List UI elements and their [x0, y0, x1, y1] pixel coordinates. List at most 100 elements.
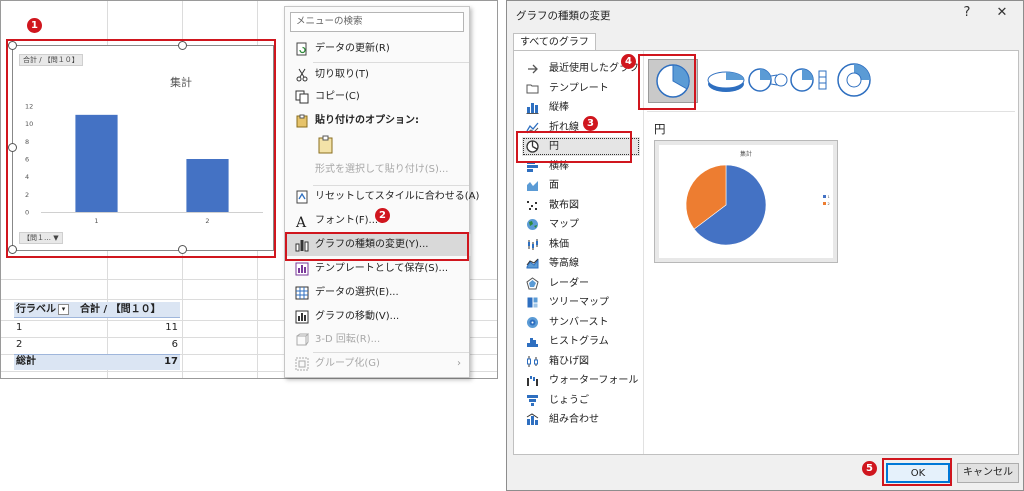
- chart-category-item[interactable]: 等高線: [522, 254, 640, 273]
- chart-category-item[interactable]: ヒストグラム: [522, 332, 640, 351]
- chart-category-label: テンプレート: [549, 82, 609, 94]
- histogram-chart-icon: [527, 338, 538, 347]
- pie-of-pie-subtype-icon: [748, 68, 788, 92]
- pivot-total-value[interactable]: 17: [130, 354, 178, 370]
- filter-dropdown-icon[interactable]: ▾: [58, 303, 69, 315]
- copy-icon: [295, 90, 309, 104]
- menu-item-select-data[interactable]: データの選択(E)...: [285, 282, 471, 304]
- step-badge-2: 2: [375, 208, 390, 223]
- combo-chart-icon: [526, 413, 539, 425]
- chart-category-label: ヒストグラム: [549, 336, 609, 347]
- svg-text:A: A: [295, 215, 307, 228]
- chart-category-item[interactable]: 株価: [522, 235, 640, 254]
- preview-pie-plot: 12: [685, 164, 830, 246]
- chart-category-label: 株価: [549, 238, 569, 250]
- waterfall-chart-icon: [527, 376, 538, 386]
- chart-category-item[interactable]: ウォーターフォール: [522, 371, 640, 390]
- menu-item-cut[interactable]: 切り取り(T): [285, 64, 471, 86]
- menu-item-reset-style[interactable]: リセットしてスタイルに合わせる(A): [285, 186, 479, 208]
- doughnut-subtype-icon: [837, 63, 871, 97]
- menu-separator: [313, 62, 469, 63]
- chart-category-item[interactable]: 面: [522, 176, 640, 195]
- chart-category-label: マップ: [549, 219, 579, 230]
- reset-style-icon: [296, 190, 308, 204]
- bar-of-pie-subtype-icon: [790, 68, 827, 92]
- chart-preview-canvas: 集計 12: [659, 145, 833, 258]
- chart-category-item[interactable]: 縦棒: [522, 98, 640, 117]
- treemap-chart-icon: [526, 296, 539, 309]
- cancel-button[interactable]: キャンセル: [957, 463, 1019, 483]
- context-menu: メニューの検索 データの更新(R) 切り取り(T) コピー(C) 貼り付けのオプ…: [284, 6, 479, 378]
- rotate-3d-icon: [296, 333, 309, 346]
- funnel-chart-icon: [527, 394, 538, 406]
- chart-category-item[interactable]: じょうご: [522, 391, 640, 410]
- legend-swatch: [823, 202, 826, 205]
- highlight-box-chart: [6, 39, 276, 258]
- legend-label: 1: [828, 195, 830, 199]
- chart-category-label: じょうご: [549, 394, 589, 406]
- select-data-icon: [295, 286, 309, 300]
- chart-category-label: 面: [549, 180, 559, 191]
- submenu-arrow-icon: ›: [457, 358, 461, 369]
- menu-item-save-template[interactable]: テンプレートとして保存(S)...: [285, 258, 471, 280]
- chart-category-item[interactable]: サンバースト: [522, 313, 640, 332]
- step-badge-3: 3: [583, 116, 598, 131]
- step-badge-4: 4: [621, 54, 636, 69]
- menu-item-refresh-data[interactable]: データの更新(R): [285, 38, 471, 60]
- subtype-doughnut[interactable]: [830, 59, 880, 103]
- change-chart-type-dialog: グラフの種類の変更 ? ✕ すべてのグラフ 最近使用したグラフ テンプレート 縦棒折…: [506, 0, 1024, 491]
- chart-category-item[interactable]: ツリーマップ: [522, 293, 640, 312]
- menu-item-move-chart[interactable]: グラフの移動(V)...: [285, 306, 471, 328]
- chart-category-label: ウォーターフォール: [549, 375, 639, 386]
- chart-category-item[interactable]: レーダー: [522, 274, 640, 293]
- menu-item-paste-special[interactable]: 形式を選択して貼り付け(S)...: [285, 159, 471, 181]
- close-button[interactable]: ✕: [992, 5, 1012, 20]
- dialog-title: グラフの種類の変更: [516, 10, 611, 22]
- area-chart-icon: [527, 181, 538, 191]
- box-whisker-chart-icon: [527, 355, 538, 367]
- step-badge-1: 1: [27, 18, 42, 33]
- save-template-icon: [295, 262, 309, 276]
- chart-category-label: サンバースト: [549, 316, 609, 328]
- menu-item-group[interactable]: グループ化(G) ›: [285, 353, 471, 375]
- move-chart-icon: [295, 310, 309, 324]
- chart-category-item[interactable]: 組み合わせ: [522, 410, 640, 429]
- pivot-row-label[interactable]: 1: [16, 320, 22, 336]
- column-chart-icon: [526, 103, 539, 114]
- chart-category-item[interactable]: テンプレート: [522, 79, 640, 98]
- menu-item-copy[interactable]: コピー(C): [285, 86, 471, 108]
- help-button[interactable]: ?: [957, 5, 977, 20]
- tab-all-charts[interactable]: すべてのグラフ: [513, 33, 596, 51]
- scatter-chart-icon: [527, 200, 537, 210]
- highlight-box-ok: [882, 458, 952, 486]
- legend-swatch: [823, 195, 826, 198]
- map-chart-icon: [527, 219, 538, 230]
- surface-chart-icon: [526, 258, 539, 269]
- chart-category-label: レーダー: [549, 277, 589, 289]
- subtype-bar-of-pie[interactable]: [786, 59, 836, 103]
- highlight-box-subtype: [638, 54, 696, 110]
- chart-category-label: 散布図: [549, 199, 579, 211]
- chart-type-panel: 最近使用したグラフ テンプレート 縦棒 折れ線円横棒面散布図 マップ 株価 等高線 レーダーツ…: [513, 50, 1019, 455]
- paste-option-icon[interactable]: [317, 135, 335, 155]
- chart-preview: 集計 12: [654, 140, 838, 263]
- highlight-box-category: [516, 131, 632, 163]
- chart-category-item[interactable]: マップ: [522, 215, 640, 234]
- pivot-row-value[interactable]: 11: [130, 320, 178, 336]
- pivot-row-value[interactable]: 6: [130, 337, 178, 353]
- pivot-header-value: 合計 / 【問１０】: [80, 304, 161, 315]
- recent-icon: [528, 64, 538, 74]
- menu-item-3d-rotation[interactable]: 3-D 回転(R)...: [285, 329, 471, 351]
- highlight-box-menu-item: [285, 232, 469, 261]
- subtype-divider: [647, 111, 1015, 112]
- radar-chart-icon: [526, 276, 539, 289]
- chart-category-label: 組み合わせ: [549, 414, 599, 425]
- subtype-heading: 円: [654, 122, 666, 136]
- pivot-row-label[interactable]: 2: [16, 337, 22, 353]
- menu-item-paste-options: 貼り付けのオプション:: [285, 110, 471, 132]
- pivot-header-label[interactable]: 行ラベル ▾: [16, 302, 71, 318]
- chart-category-item[interactable]: 箱ひげ図: [522, 352, 640, 371]
- chart-category-item[interactable]: 散布図: [522, 196, 640, 215]
- menu-search-input[interactable]: メニューの検索: [290, 12, 464, 32]
- pivot-total-label[interactable]: 総計: [16, 354, 36, 370]
